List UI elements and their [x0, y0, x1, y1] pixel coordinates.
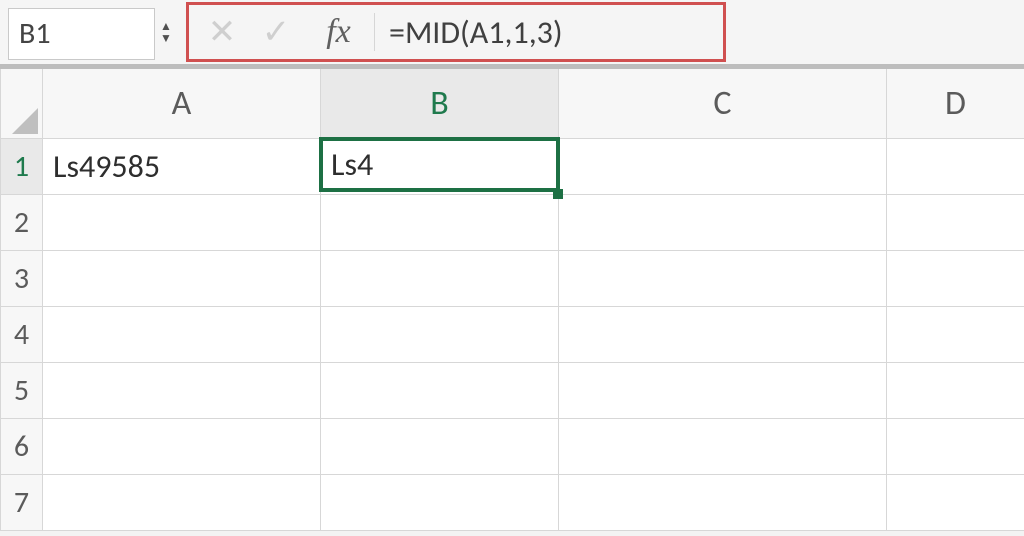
- cell-D5[interactable]: [887, 362, 1024, 418]
- cell-D1-content: [887, 139, 1024, 194]
- row-header-1[interactable]: 1: [1, 138, 43, 194]
- cell-B5[interactable]: [321, 362, 559, 418]
- row-7: 7: [1, 474, 1024, 530]
- row-header-5[interactable]: 5: [1, 362, 43, 418]
- row-header-4[interactable]: 4: [1, 306, 43, 362]
- cell-C4[interactable]: [559, 306, 887, 362]
- col-header-B[interactable]: B: [321, 68, 559, 138]
- row-4: 4: [1, 306, 1024, 362]
- cell-A5[interactable]: [43, 362, 321, 418]
- cell-A7[interactable]: [43, 474, 321, 530]
- cell-B3[interactable]: [321, 250, 559, 306]
- grid-table: A B C D 1 Ls49585 Ls4 2 3: [0, 67, 1024, 531]
- cell-C1-content: [559, 139, 886, 194]
- name-box-wrap: B1 ▲ ▼: [0, 0, 184, 67]
- row-header-6[interactable]: 6: [1, 418, 43, 474]
- cell-C7[interactable]: [559, 474, 887, 530]
- row-header-7[interactable]: 7: [1, 474, 43, 530]
- cell-C5[interactable]: [559, 362, 887, 418]
- cell-A6[interactable]: [43, 418, 321, 474]
- name-box[interactable]: B1: [8, 8, 155, 60]
- row-5: 5: [1, 362, 1024, 418]
- cell-A4[interactable]: [43, 306, 321, 362]
- formula-box-area: ✕ ✓ fx =MID(A1,1,3): [186, 2, 726, 62]
- cell-B1-content: Ls4: [319, 137, 560, 192]
- cell-C6[interactable]: [559, 418, 887, 474]
- cell-B7[interactable]: [321, 474, 559, 530]
- cell-C2[interactable]: [559, 194, 887, 250]
- cell-A3[interactable]: [43, 250, 321, 306]
- col-header-C[interactable]: C: [559, 68, 887, 138]
- cell-A1[interactable]: Ls49585: [43, 138, 321, 194]
- cell-A1-content: Ls49585: [43, 139, 320, 194]
- row-header-2[interactable]: 2: [1, 194, 43, 250]
- row-header-3[interactable]: 3: [1, 250, 43, 306]
- col-header-A[interactable]: A: [43, 68, 321, 138]
- cell-B6[interactable]: [321, 418, 559, 474]
- cell-D1[interactable]: [887, 138, 1024, 194]
- cell-B4[interactable]: [321, 306, 559, 362]
- fill-handle[interactable]: [553, 189, 563, 199]
- row-6: 6: [1, 418, 1024, 474]
- cell-D4[interactable]: [887, 306, 1024, 362]
- cell-D7[interactable]: [887, 474, 1024, 530]
- row-2: 2: [1, 194, 1024, 250]
- enter-formula-button[interactable]: ✓: [249, 12, 303, 53]
- cell-D6[interactable]: [887, 418, 1024, 474]
- stepper-down-icon[interactable]: ▼: [160, 34, 172, 46]
- formula-input[interactable]: =MID(A1,1,3): [385, 13, 713, 52]
- cell-C3[interactable]: [559, 250, 887, 306]
- formula-bar: B1 ▲ ▼ ✕ ✓ fx =MID(A1,1,3): [0, 0, 1024, 67]
- cell-D2[interactable]: [887, 194, 1024, 250]
- name-box-stepper[interactable]: ▲ ▼: [154, 8, 178, 60]
- cell-A2[interactable]: [43, 194, 321, 250]
- cancel-formula-button[interactable]: ✕: [195, 12, 249, 53]
- row-1: 1 Ls49585 Ls4: [1, 138, 1024, 194]
- cell-B2[interactable]: [321, 194, 559, 250]
- column-header-row: A B C D: [1, 68, 1024, 138]
- cell-D3[interactable]: [887, 250, 1024, 306]
- col-header-D[interactable]: D: [887, 68, 1024, 138]
- spreadsheet-grid: A B C D 1 Ls49585 Ls4 2 3: [0, 67, 1024, 531]
- insert-function-button[interactable]: fx: [303, 13, 375, 51]
- cell-C1[interactable]: [559, 138, 887, 194]
- cell-B1[interactable]: Ls4: [321, 138, 559, 194]
- select-all-corner[interactable]: [1, 68, 43, 138]
- row-3: 3: [1, 250, 1024, 306]
